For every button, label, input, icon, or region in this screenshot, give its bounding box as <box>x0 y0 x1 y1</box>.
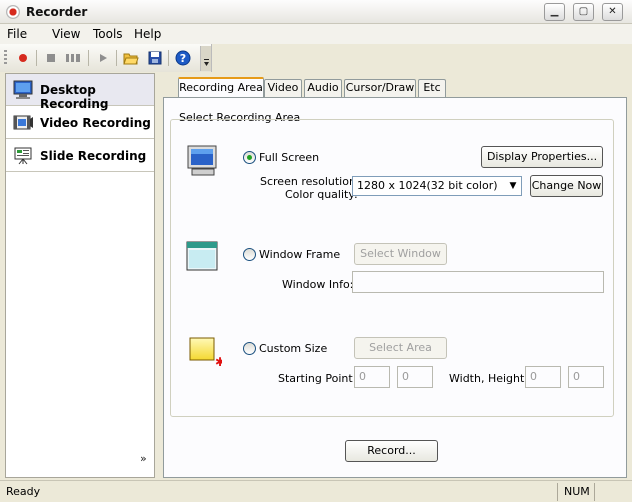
width-field[interactable]: 0 <box>525 366 561 388</box>
record-icon <box>6 5 20 19</box>
title-bar: Recorder ▁ ▢ ✕ <box>0 0 632 24</box>
num-lock-indicator: NUM <box>564 485 590 498</box>
start-y-field[interactable]: 0 <box>397 366 433 388</box>
change-now-button[interactable]: Change Now <box>530 175 603 197</box>
start-x-field[interactable]: 0 <box>354 366 390 388</box>
custom-size-radio[interactable] <box>243 342 256 355</box>
starting-point-label: Starting Point: <box>278 372 357 385</box>
width-height-label: Width, Height: <box>449 372 529 385</box>
toolbar: ? <box>0 44 212 72</box>
window-frame-label: Window Frame <box>259 248 341 261</box>
record-icon[interactable] <box>14 49 32 67</box>
tab-audio[interactable]: Audio <box>304 79 342 97</box>
svg-text:?: ? <box>180 52 186 65</box>
toolbar-overflow-button[interactable] <box>200 46 211 71</box>
custom-size-label: Custom Size <box>259 342 328 355</box>
tab-video[interactable]: Video <box>264 79 302 97</box>
full-screen-monitor-icon <box>186 144 220 181</box>
window-info-field <box>352 271 604 293</box>
status-divider <box>557 483 558 501</box>
toolbar-separator <box>36 50 37 66</box>
toolbar-separator <box>88 50 89 66</box>
tab-recording-area[interactable]: Recording Area <box>178 77 264 98</box>
minimize-button[interactable]: ▁ <box>544 3 565 21</box>
pause-icon[interactable] <box>64 49 82 67</box>
resolution-value: 1280 x 1024(32 bit color) <box>357 179 498 192</box>
chevron-down-icon[interactable]: ▼ <box>505 177 521 195</box>
window-frame-radio[interactable] <box>243 248 256 261</box>
save-icon[interactable] <box>146 49 164 67</box>
menu-tools[interactable]: Tools <box>93 27 123 41</box>
svg-text:✱: ✱ <box>215 355 222 369</box>
menu-file[interactable]: File <box>7 27 27 41</box>
nav-item-label: Video Recording <box>40 116 151 130</box>
select-window-button[interactable]: Select Window <box>354 243 447 265</box>
open-folder-icon[interactable] <box>122 49 140 67</box>
height-field[interactable]: 0 <box>568 366 604 388</box>
screen-resolution-label: Screen resolution, <box>260 175 360 188</box>
toolbar-separator <box>168 50 169 66</box>
recording-area-panel: Select Recording Area Full Screen Displa… <box>163 97 627 478</box>
menu-view[interactable]: View <box>52 27 80 41</box>
film-icon <box>13 113 33 132</box>
custom-area-icon: ✱ <box>188 336 225 373</box>
display-properties-button[interactable]: Display Properties... <box>481 146 603 168</box>
recording-mode-nav: Desktop Recording Video Recording Slide … <box>5 73 155 478</box>
full-screen-radio[interactable] <box>243 151 256 164</box>
play-icon[interactable] <box>94 49 112 67</box>
record-button[interactable]: Record... <box>345 440 438 462</box>
maximize-button[interactable]: ▢ <box>573 3 594 21</box>
nav-item-slide-recording[interactable]: Slide Recording <box>6 140 154 172</box>
full-screen-label: Full Screen <box>259 151 320 164</box>
desktop-monitor-icon <box>13 80 33 99</box>
close-button[interactable]: ✕ <box>602 3 623 21</box>
select-area-button[interactable]: Select Area <box>354 337 447 359</box>
window-title: Recorder <box>26 5 88 19</box>
presentation-icon <box>13 146 33 165</box>
toolbar-grip[interactable] <box>4 50 7 66</box>
tab-etc[interactable]: Etc <box>418 79 446 97</box>
color-quality-label: Color quality: <box>285 188 358 201</box>
window-frame-icon <box>186 241 220 276</box>
status-text: Ready <box>6 485 41 498</box>
resolution-select[interactable]: 1280 x 1024(32 bit color) ▼ <box>352 176 522 196</box>
tab-cursor-draw[interactable]: Cursor/Draw <box>344 79 416 97</box>
status-divider <box>594 483 595 501</box>
toolbar-separator <box>116 50 117 66</box>
stop-icon[interactable] <box>42 49 60 67</box>
menu-bar: File View Tools Help <box>0 24 632 44</box>
help-icon[interactable]: ? <box>174 49 192 67</box>
nav-expand-button[interactable]: » <box>140 452 147 465</box>
menu-help[interactable]: Help <box>134 27 161 41</box>
nav-item-label: Slide Recording <box>40 149 147 163</box>
nav-item-desktop-recording[interactable]: Desktop Recording <box>6 74 154 111</box>
window-info-label: Window Info: <box>282 278 354 291</box>
nav-item-video-recording[interactable]: Video Recording <box>6 107 154 139</box>
status-bar: Ready NUM <box>0 480 632 502</box>
